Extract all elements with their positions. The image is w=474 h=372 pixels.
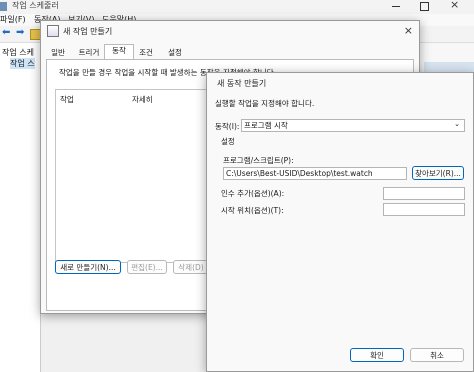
- task-app-icon: [47, 25, 59, 37]
- new-action-title: 새 동작 만들기: [217, 78, 267, 88]
- minimize-icon[interactable]: [392, 6, 400, 7]
- tab-conditions[interactable]: 조건: [135, 47, 157, 59]
- arguments-label: 인수 추가(옵션)(A):: [221, 189, 285, 198]
- new-action-button[interactable]: 새로 만들기(N)...: [55, 260, 121, 274]
- scheduler-app-icon: [0, 2, 7, 11]
- tree-item-root[interactable]: 작업 스케: [2, 47, 34, 58]
- create-task-title: 새 작업 만들기: [63, 26, 113, 36]
- program-input[interactable]: C:\Users\Best-USID\Desktop\test.watch: [223, 167, 407, 180]
- program-label: 프로그램/스크립트(P):: [223, 156, 294, 165]
- menu-file[interactable]: 파일(F): [0, 14, 26, 25]
- action-type-select[interactable]: 프로그램 시작 ⌄: [241, 119, 465, 132]
- action-type-value: 프로그램 시작: [244, 121, 288, 130]
- tab-triggers[interactable]: 트리거: [76, 47, 102, 59]
- maximize-icon[interactable]: [420, 2, 429, 11]
- back-arrow-icon[interactable]: ⬅: [2, 27, 10, 38]
- scheduler-title: 작업 스케줄러: [12, 1, 59, 10]
- scheduler-tree: 작업 스케 작업 스: [0, 43, 41, 372]
- tab-general[interactable]: 일반: [47, 47, 69, 59]
- chevron-down-icon: ⌄: [454, 120, 460, 128]
- ok-button[interactable]: 확인: [350, 348, 404, 362]
- column-details[interactable]: 자세히: [132, 94, 153, 105]
- delete-action-button[interactable]: 삭제(D): [173, 260, 209, 274]
- cancel-button[interactable]: 취소: [410, 348, 464, 362]
- arguments-input[interactable]: [383, 187, 465, 200]
- scheduler-titlebar: 작업 스케줄러 ×: [0, 0, 474, 14]
- new-action-titlebar: 새 동작 만들기: [207, 73, 473, 93]
- actions-list[interactable]: 작업 자세히: [55, 89, 212, 263]
- new-action-instruction: 실행할 작업을 지정해야 합니다.: [215, 99, 315, 108]
- scheduler-action-header: [424, 62, 474, 72]
- create-task-titlebar: 새 작업 만들기 ×: [41, 21, 419, 41]
- start-in-label: 시작 위치(옵션)(T):: [221, 206, 284, 215]
- create-task-close-icon[interactable]: ×: [404, 24, 413, 37]
- start-in-input[interactable]: [383, 203, 465, 216]
- new-action-dialog: 새 동작 만들기 실행할 작업을 지정해야 합니다. 동작(I): 프로그램 시…: [206, 72, 474, 372]
- column-action[interactable]: 작업: [60, 94, 74, 105]
- browse-button[interactable]: 찾아보기(R)...: [412, 166, 464, 180]
- settings-header: 설정: [221, 137, 235, 146]
- edit-action-button[interactable]: 편집(E)...: [127, 260, 167, 274]
- tab-settings[interactable]: 설정: [163, 47, 187, 59]
- forward-arrow-icon[interactable]: ➡: [16, 27, 24, 38]
- tree-item-library[interactable]: 작업 스: [10, 58, 35, 69]
- tab-actions[interactable]: 동작: [104, 44, 134, 60]
- action-type-label: 동작(I):: [215, 122, 240, 131]
- close-icon[interactable]: ×: [450, 0, 459, 11]
